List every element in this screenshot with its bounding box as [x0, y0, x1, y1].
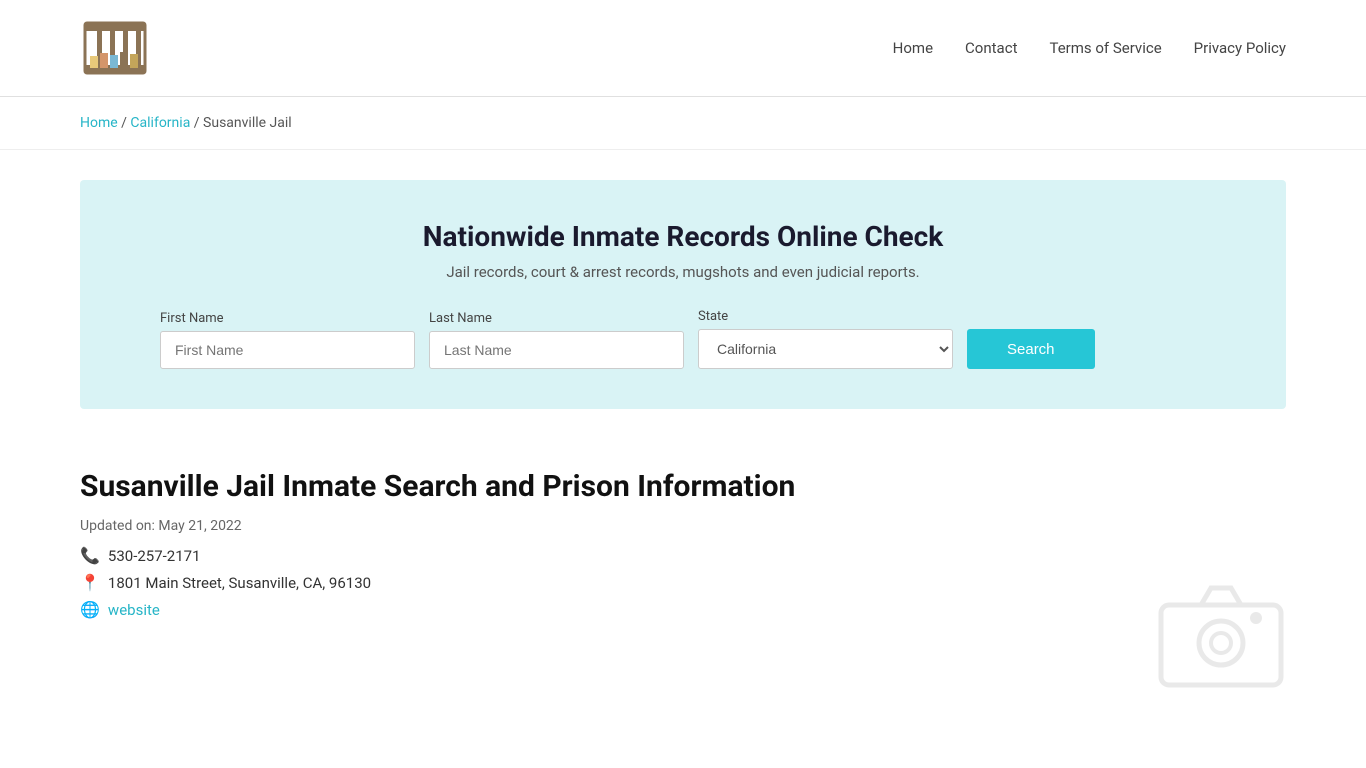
search-banner: Nationwide Inmate Records Online Check J…: [80, 180, 1286, 409]
breadcrumb: Home / California / Susanville Jail: [0, 97, 1366, 150]
nav-privacy[interactable]: Privacy Policy: [1194, 39, 1286, 57]
state-group: State California Alabama Alaska Arizona …: [698, 309, 953, 369]
banner-title: Nationwide Inmate Records Online Check: [160, 220, 1206, 253]
breadcrumb-state[interactable]: California: [130, 115, 190, 131]
nav-terms[interactable]: Terms of Service: [1049, 39, 1161, 57]
first-name-label: First Name: [160, 311, 415, 326]
first-name-input[interactable]: [160, 331, 415, 369]
website-link[interactable]: website: [108, 601, 160, 619]
address-line: 📍 1801 Main Street, Susanville, CA, 9613…: [80, 573, 1286, 592]
phone-line: 📞 530-257-2171: [80, 546, 1286, 565]
last-name-input[interactable]: [429, 331, 684, 369]
nav-contact[interactable]: Contact: [965, 39, 1017, 57]
state-label: State: [698, 309, 953, 324]
nav-home[interactable]: Home: [893, 39, 933, 57]
state-select[interactable]: California Alabama Alaska Arizona Texas …: [698, 329, 953, 369]
first-name-group: First Name: [160, 311, 415, 369]
breadcrumb-current: Susanville Jail: [203, 115, 292, 131]
search-button[interactable]: Search: [967, 329, 1095, 369]
updated-date: Updated on: May 21, 2022: [80, 518, 1286, 534]
page-title: Susanville Jail Inmate Search and Prison…: [80, 469, 1286, 504]
search-form: First Name Last Name State California Al…: [160, 309, 1206, 369]
main-nav: Home Contact Terms of Service Privacy Po…: [893, 39, 1286, 57]
phone-icon: 📞: [80, 546, 100, 565]
address-text: 1801 Main Street, Susanville, CA, 96130: [108, 574, 371, 592]
globe-icon: 🌐: [80, 600, 100, 619]
website-line: 🌐 website: [80, 600, 1286, 619]
phone-number: 530-257-2171: [108, 547, 201, 565]
camera-placeholder: [1156, 580, 1286, 690]
site-header: Home Contact Terms of Service Privacy Po…: [0, 0, 1366, 97]
site-logo[interactable]: [80, 18, 150, 78]
last-name-group: Last Name: [429, 311, 684, 369]
location-icon: 📍: [80, 573, 100, 592]
last-name-label: Last Name: [429, 311, 684, 326]
banner-subtitle: Jail records, court & arrest records, mu…: [160, 263, 1206, 281]
breadcrumb-home[interactable]: Home: [80, 115, 118, 131]
